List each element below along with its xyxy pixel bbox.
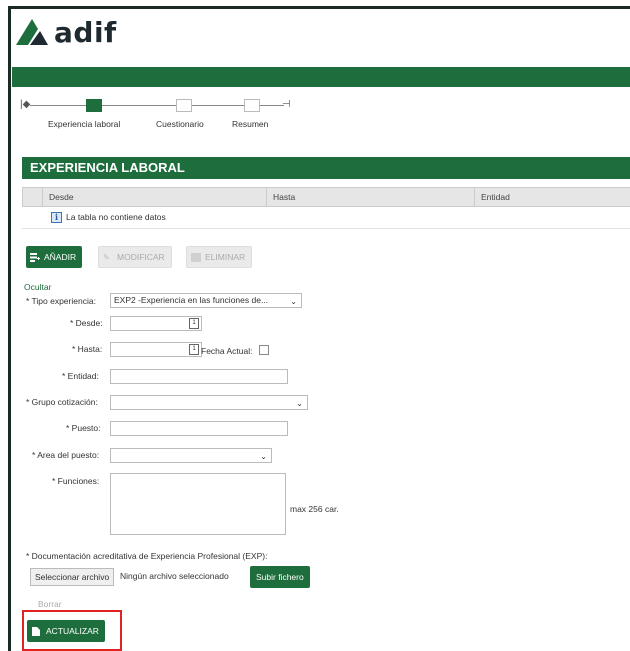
column-desde[interactable]: Desde — [42, 188, 266, 207]
modify-button[interactable]: ✎ MODIFICAR — [98, 246, 172, 268]
section-title: EXPERIENCIA LABORAL — [22, 157, 630, 179]
delete-icon — [191, 252, 201, 262]
puesto-input[interactable] — [110, 421, 288, 436]
documentacion-label: * Documentación acreditativa de Experien… — [26, 551, 268, 561]
fecha-actual-label: Fecha Actual: — [201, 346, 253, 356]
brand-name: adif — [54, 15, 117, 49]
table-row: i La tabla no contiene datos — [22, 207, 630, 229]
stepper-line — [260, 105, 284, 106]
grupo-cotizacion-select[interactable]: ⌄ — [110, 395, 308, 410]
stepper-start-icon: |◆ — [20, 99, 31, 110]
step-resumen-marker[interactable] — [244, 99, 260, 112]
stepper-line — [30, 105, 86, 106]
chevron-down-icon: ⌄ — [296, 399, 303, 408]
edit-icon: ✎ — [103, 252, 110, 262]
funciones-label: * Funciones: — [52, 476, 100, 486]
stepper-line — [192, 105, 244, 106]
step-cuestionario-marker[interactable] — [176, 99, 192, 112]
tipo-experiencia-value: EXP2 -Experiencia en las funciones de... — [114, 295, 269, 305]
tipo-experiencia-label: * Tipo experiencia: — [26, 296, 96, 306]
select-file-button[interactable]: Seleccionar archivo — [30, 568, 115, 586]
delete-button-label: ELIMINAR — [205, 252, 246, 262]
stepper-line — [102, 105, 176, 106]
add-button[interactable]: AÑADIR — [26, 246, 83, 268]
calendar-icon[interactable]: 1 — [189, 318, 199, 329]
step-experiencia-marker[interactable] — [86, 99, 102, 112]
step-cuestionario-label[interactable]: Cuestionario — [156, 119, 204, 129]
modify-button-label: MODIFICAR — [117, 252, 165, 262]
stepper-end-icon: ⊣ — [282, 99, 291, 110]
clear-link[interactable]: Borrar — [38, 599, 62, 609]
area-puesto-label: * Area del puesto: — [32, 450, 100, 460]
progress-stepper: |◆ ⊣ Experiencia laboral Cuestionario Re… — [14, 97, 304, 133]
entidad-input[interactable] — [110, 369, 288, 384]
hide-form-link[interactable]: Ocultar — [24, 282, 51, 292]
funciones-textarea[interactable] — [110, 473, 286, 535]
calendar-icon[interactable]: 1 — [189, 344, 199, 355]
file-status: Ningún archivo seleccionado — [120, 571, 229, 581]
experience-table: Desde Hasta Entidad i La tabla no contie… — [22, 187, 630, 229]
desde-label: * Desde: — [70, 318, 103, 328]
chevron-down-icon: ⌄ — [290, 297, 297, 306]
table-header: Desde Hasta Entidad — [22, 187, 630, 207]
chevron-down-icon: ⌄ — [260, 452, 267, 461]
delete-button[interactable]: ELIMINAR — [186, 246, 253, 268]
upload-file-button[interactable]: Subir fichero — [250, 566, 310, 588]
table-header-spacer — [22, 188, 42, 207]
header-bar — [12, 67, 630, 87]
update-button[interactable]: ACTUALIZAR — [27, 620, 105, 642]
area-puesto-select[interactable]: ⌄ — [110, 448, 272, 463]
grupo-cotizacion-label: * Grupo cotización: — [26, 397, 98, 407]
add-list-icon — [30, 252, 40, 262]
funciones-hint: max 256 car. — [290, 504, 339, 514]
hasta-label: * Hasta: — [72, 344, 103, 354]
fecha-actual-checkbox[interactable] — [259, 345, 269, 355]
step-resumen-label[interactable]: Resumen — [232, 119, 268, 129]
document-icon — [32, 626, 40, 636]
brand-logo: adif — [14, 14, 117, 50]
column-entidad[interactable]: Entidad — [474, 188, 630, 207]
step-experiencia-label[interactable]: Experiencia laboral — [48, 119, 120, 129]
info-icon: i — [51, 212, 62, 223]
entidad-label: * Entidad: — [62, 371, 99, 381]
adif-logo-icon — [16, 19, 48, 45]
tipo-experiencia-select[interactable]: EXP2 -Experiencia en las funciones de...… — [110, 293, 302, 308]
puesto-label: * Puesto: — [66, 423, 101, 433]
update-button-label: ACTUALIZAR — [46, 626, 99, 636]
column-hasta[interactable]: Hasta — [266, 188, 474, 207]
empty-table-message: La tabla no contiene datos — [66, 212, 166, 222]
add-button-label: AÑADIR — [44, 252, 77, 262]
